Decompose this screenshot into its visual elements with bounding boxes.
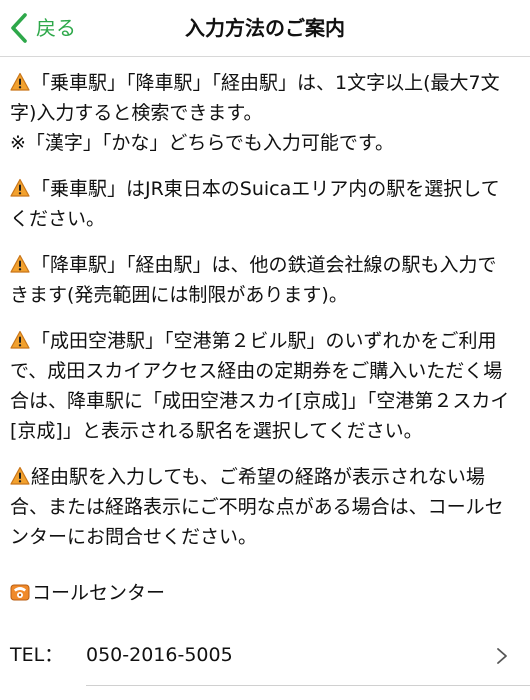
navigation-bar: 戻る 入力方法のご案内: [0, 0, 530, 57]
note-boarding-station: 「乗車駅」はJR東日本のSuicaエリア内の駅を選択してください。: [10, 174, 515, 234]
warning-icon: [10, 466, 30, 486]
chevron-left-icon: [11, 13, 27, 43]
call-center-label: コールセンター: [32, 582, 166, 604]
tel-label: TEL：: [10, 644, 64, 666]
note-station-input: 「乗車駅」「降車駅」「経由駅」は、1文字以上(最大7文字)入力すると検索できます…: [10, 68, 515, 158]
instructions-content: 「乗車駅」「降車駅」「経由駅」は、1文字以上(最大7文字)入力すると検索できます…: [10, 68, 515, 568]
call-center-heading: コールセンター: [10, 578, 165, 608]
page-title: 入力方法のご案内: [185, 16, 345, 40]
note-text: 「乗車駅」はJR東日本のSuicaエリア内の駅を選択してください。: [10, 178, 500, 230]
note-route-help: 経由駅を入力しても、ご希望の経路が表示されない場合、または経路表示にご不明な点が…: [10, 462, 515, 552]
note-text: 「降車駅」「経由駅」は、他の鉄道会社線の駅も入力できます(発売範囲には制限があり…: [10, 254, 497, 306]
chevron-right-icon: [497, 648, 507, 664]
tel-number: 050-2016-5005: [86, 644, 233, 666]
back-button-label: 戻る: [36, 16, 76, 40]
warning-icon: [10, 254, 30, 274]
back-button[interactable]: 戻る: [8, 10, 76, 46]
note-text: 経由駅を入力しても、ご希望の経路が表示されない場合、または経路表示にご不明な点が…: [10, 466, 504, 548]
warning-icon: [10, 72, 30, 92]
note-text: 「乗車駅」「降車駅」「経由駅」は、1文字以上(最大7文字)入力すると検索できます…: [10, 72, 500, 124]
warning-icon: [10, 330, 30, 350]
divider: [86, 685, 530, 686]
note-narita-airport: 「成田空港駅」「空港第２ビル駅」のいずれかをご利用で、成田スカイアクセス経由の定…: [10, 326, 515, 446]
note-subtext: ※「漢字」「かな」どちらでも入力可能です。: [10, 132, 394, 154]
tel-row[interactable]: TEL： 050-2016-5005: [0, 632, 530, 678]
warning-icon: [10, 178, 30, 198]
note-alighting-via-station: 「降車駅」「経由駅」は、他の鉄道会社線の駅も入力できます(発売範囲には制限があり…: [10, 250, 515, 310]
note-text: 「成田空港駅」「空港第２ビル駅」のいずれかをご利用で、成田スカイアクセス経由の定…: [10, 330, 510, 442]
phone-icon: [10, 582, 30, 602]
